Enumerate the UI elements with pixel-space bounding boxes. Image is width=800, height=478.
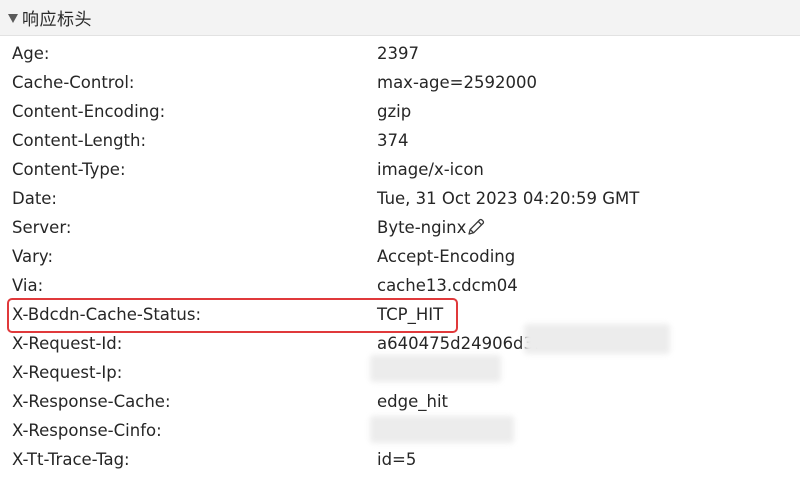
- header-name: Vary:: [12, 247, 54, 266]
- header-value: Byte-nginx: [377, 218, 467, 237]
- header-name: X-Response-Cinfo:: [12, 421, 162, 440]
- redacted-request-ip: [370, 355, 501, 382]
- triangle-down-icon[interactable]: [8, 14, 18, 23]
- redacted-response-cinfo: [370, 416, 514, 443]
- header-row-server: Server: Byte-nginx: [0, 214, 800, 243]
- header-name: Via:: [12, 276, 44, 295]
- header-name: X-Request-Ip:: [12, 363, 123, 382]
- header-row-cache-control: Cache-Control: max-age=2592000: [0, 69, 800, 98]
- header-name: Age:: [12, 44, 50, 63]
- header-value: gzip: [377, 102, 412, 121]
- header-name: Content-Length:: [12, 131, 147, 150]
- header-value: cache13.cdcm04: [377, 276, 518, 295]
- header-row-x-response-cache: X-Response-Cache: edge_hit: [0, 388, 800, 417]
- pencil-icon[interactable]: [466, 217, 486, 237]
- header-value: 374: [377, 131, 409, 150]
- header-row-via: Via: cache13.cdcm04: [0, 272, 800, 301]
- header-value: a640475d24906d3f: [377, 334, 540, 353]
- response-headers-panel: 响应标头 Age: 2397 Cache-Control: max-age=25…: [0, 0, 800, 478]
- header-name: Cache-Control:: [12, 73, 135, 92]
- header-value: max-age=2592000: [377, 73, 537, 92]
- header-value: Accept-Encoding: [377, 247, 516, 266]
- headers-list: Age: 2397 Cache-Control: max-age=2592000…: [0, 40, 800, 475]
- header-row-content-type: Content-Type: image/x-icon: [0, 156, 800, 185]
- header-name: Content-Encoding:: [12, 102, 166, 121]
- header-name: Date:: [12, 189, 57, 208]
- header-value: 2397: [377, 44, 419, 63]
- header-value: id=5: [377, 450, 417, 469]
- response-headers-section-header[interactable]: 响应标头: [0, 0, 800, 36]
- header-name: Content-Type:: [12, 160, 126, 179]
- header-value: Tue, 31 Oct 2023 04:20:59 GMT: [377, 189, 640, 208]
- header-value: image/x-icon: [377, 160, 484, 179]
- redacted-request-id-tail: [524, 324, 670, 354]
- header-row-x-tt-trace-tag: X-Tt-Trace-Tag: id=5: [0, 446, 800, 475]
- header-row-content-encoding: Content-Encoding: gzip: [0, 98, 800, 127]
- header-name: X-Response-Cache:: [12, 392, 171, 411]
- header-row-vary: Vary: Accept-Encoding: [0, 243, 800, 272]
- header-row-date: Date: Tue, 31 Oct 2023 04:20:59 GMT: [0, 185, 800, 214]
- header-row-age: Age: 2397: [0, 40, 800, 69]
- header-name: X-Request-Id:: [12, 334, 123, 353]
- section-title: 响应标头: [22, 10, 92, 30]
- header-name: X-Tt-Trace-Tag:: [12, 450, 130, 469]
- header-row-content-length: Content-Length: 374: [0, 127, 800, 156]
- highlight-annotation-box: [7, 298, 458, 333]
- header-value: edge_hit: [377, 392, 449, 411]
- header-name: Server:: [12, 218, 72, 237]
